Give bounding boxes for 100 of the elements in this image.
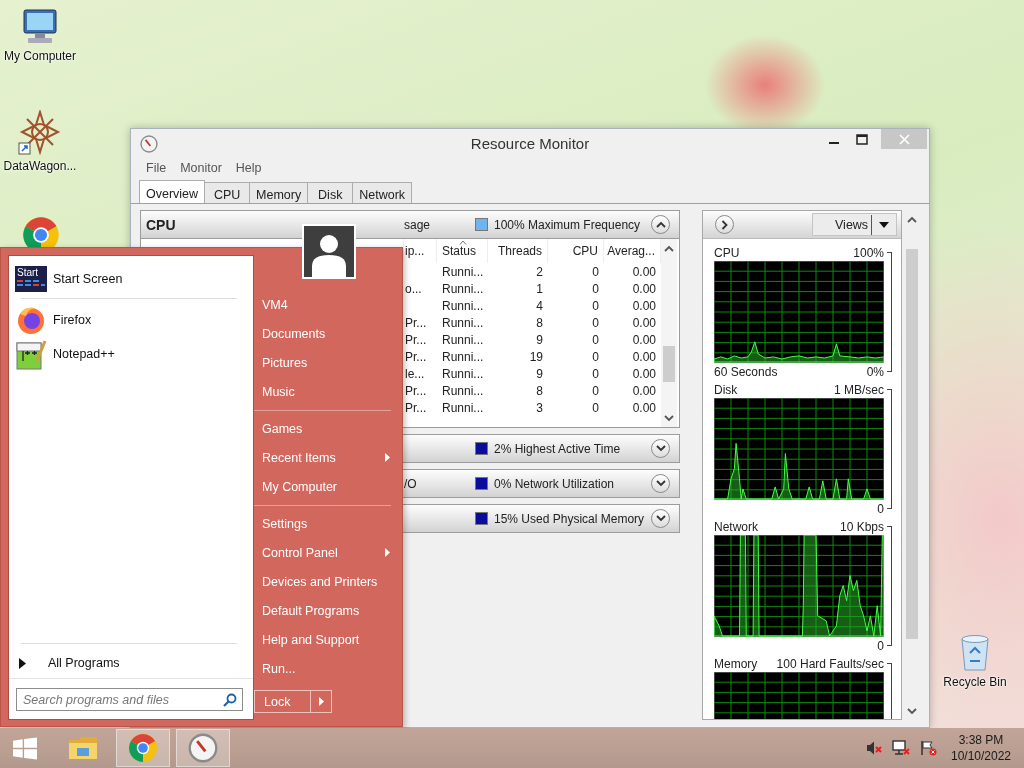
windows-logo-icon: [13, 736, 37, 760]
table-cell-text: 0.00: [631, 263, 657, 280]
column-header[interactable]: Threads: [488, 239, 548, 263]
table-cell-text: 0: [591, 297, 600, 314]
table-cell-text: 0: [591, 280, 600, 297]
table-cell-text: le...: [404, 365, 426, 382]
table-cell-text: 0.00: [631, 382, 657, 399]
tab[interactable]: Overview: [139, 180, 206, 203]
icon-label: DataWagon...: [3, 159, 77, 173]
program-item[interactable]: Start Start Screen: [9, 264, 253, 294]
table-cell-text: 0: [591, 331, 600, 348]
menu-item[interactable]: Control Panel: [254, 538, 399, 567]
menu-item[interactable]: My Computer: [254, 472, 399, 501]
graph-scale: 100 Hard Faults/sec: [776, 656, 884, 671]
menu-item[interactable]: Default Programs: [254, 596, 399, 625]
graph-scale: 10 Kbps: [839, 519, 884, 534]
icon-label: My Computer: [4, 49, 76, 63]
user-avatar[interactable]: [302, 224, 356, 279]
graph-time-span: 60 Seconds: [714, 364, 778, 379]
minimize-icon: [829, 142, 839, 144]
program-item[interactable]: Firefox: [9, 303, 253, 337]
table-cell-text: Runni...: [441, 382, 485, 399]
scroll-down-icon[interactable]: [664, 415, 674, 422]
menu-item[interactable]: VM4: [254, 290, 399, 319]
chrome-icon: [128, 733, 158, 763]
tab[interactable]: Memory: [249, 182, 309, 203]
expand-button[interactable]: [651, 439, 670, 458]
table-cell-text: 0.00: [631, 348, 657, 365]
menu-item[interactable]: Help and Support: [254, 625, 399, 654]
table-cell-text: 0.00: [631, 297, 657, 314]
legend-text: sage: [404, 217, 431, 232]
table-cell-text: Runni...: [441, 331, 485, 348]
network-icon[interactable]: [892, 740, 910, 756]
program-name: All Programs: [48, 656, 120, 670]
flag-icon[interactable]: [920, 740, 938, 756]
scroll-down-icon[interactable]: [907, 708, 917, 715]
menu-item[interactable]: Help: [228, 161, 269, 175]
column-header[interactable]: ip...: [404, 239, 437, 263]
window-title: Resource Monitor: [470, 135, 590, 152]
computer-icon[interactable]: [20, 8, 60, 46]
legend-text: 0% Network Utilization: [494, 476, 615, 491]
lock-options-button[interactable]: [311, 690, 332, 713]
legend-text: 100% Maximum Frequency: [494, 217, 641, 232]
table-cell-text: Pr...: [404, 382, 428, 399]
section-header[interactable]: CPU sage 100% Maximum Frequency: [140, 210, 680, 239]
table-cell-text: 4: [535, 297, 544, 314]
taskbar-button[interactable]: [176, 729, 230, 767]
graph-label: Memory: [714, 656, 758, 671]
menu-item[interactable]: Run...: [254, 654, 399, 683]
mandala-icon[interactable]: [18, 110, 62, 156]
graph-label: CPU: [714, 245, 740, 260]
menu-item[interactable]: Pictures: [254, 348, 399, 377]
graph-label: Disk: [714, 382, 738, 397]
gauge-icon: [188, 733, 218, 763]
table-cell-text: Pr...: [404, 348, 428, 365]
taskbar-button[interactable]: [116, 729, 170, 767]
column-header[interactable]: CPU: [548, 239, 604, 263]
table-cell-text: Runni...: [441, 348, 485, 365]
expand-pane-button[interactable]: [715, 215, 734, 234]
scrollbar-thumb[interactable]: [906, 249, 918, 639]
column-header[interactable]: Status: [437, 239, 488, 263]
clock-date[interactable]: 10/10/2022: [950, 748, 1012, 764]
chevron-down-icon: [655, 515, 666, 522]
program-item[interactable]: Notepad++: [9, 337, 253, 371]
menu-item[interactable]: Music: [254, 377, 399, 406]
legend-text: 15% Used Physical Memory: [494, 511, 645, 526]
tab[interactable]: Disk: [307, 182, 354, 203]
table-cell-text: 0.00: [631, 314, 657, 331]
scrollbar-thumb[interactable]: [663, 346, 675, 382]
table-cell-text: Runni...: [441, 314, 485, 331]
table-cell-text: Runni...: [441, 365, 485, 382]
menu-item[interactable]: File: [139, 161, 174, 175]
graph-label: Network: [714, 519, 758, 534]
table-cell-text: 0: [591, 314, 600, 331]
lock-button[interactable]: Lock: [254, 690, 311, 713]
scroll-up-icon[interactable]: [664, 245, 674, 252]
speaker-muted-icon[interactable]: [866, 740, 882, 756]
start-screen-icon: Start: [15, 266, 47, 292]
menu-item[interactable]: Documents: [254, 319, 399, 348]
menu-item[interactable]: Monitor: [173, 161, 229, 175]
views-button[interactable]: Views: [812, 213, 897, 236]
tab[interactable]: Network: [352, 182, 413, 203]
table-cell-text: 0: [591, 382, 600, 399]
scroll-up-icon[interactable]: [907, 216, 917, 223]
close-icon: [898, 133, 910, 145]
collapse-button[interactable]: [651, 215, 670, 234]
expand-button[interactable]: [651, 474, 670, 493]
table-cell-text: 0: [591, 399, 600, 416]
chevron-down-icon: [655, 480, 666, 487]
folder-icon: [67, 734, 99, 762]
table-cell-text: 2: [535, 263, 544, 280]
graph-scale: 0: [877, 501, 884, 516]
all-programs-item[interactable]: All Programs: [9, 648, 253, 678]
legend-text: /O: [404, 476, 417, 491]
tab[interactable]: CPU: [204, 182, 251, 203]
submenu-arrow-icon: [385, 548, 390, 557]
clock-time[interactable]: 3:38 PM: [958, 732, 1004, 748]
menu-item[interactable]: Devices and Printers: [254, 567, 399, 596]
search-field[interactable]: Search programs and files: [16, 688, 243, 711]
expand-button[interactable]: [651, 509, 670, 528]
